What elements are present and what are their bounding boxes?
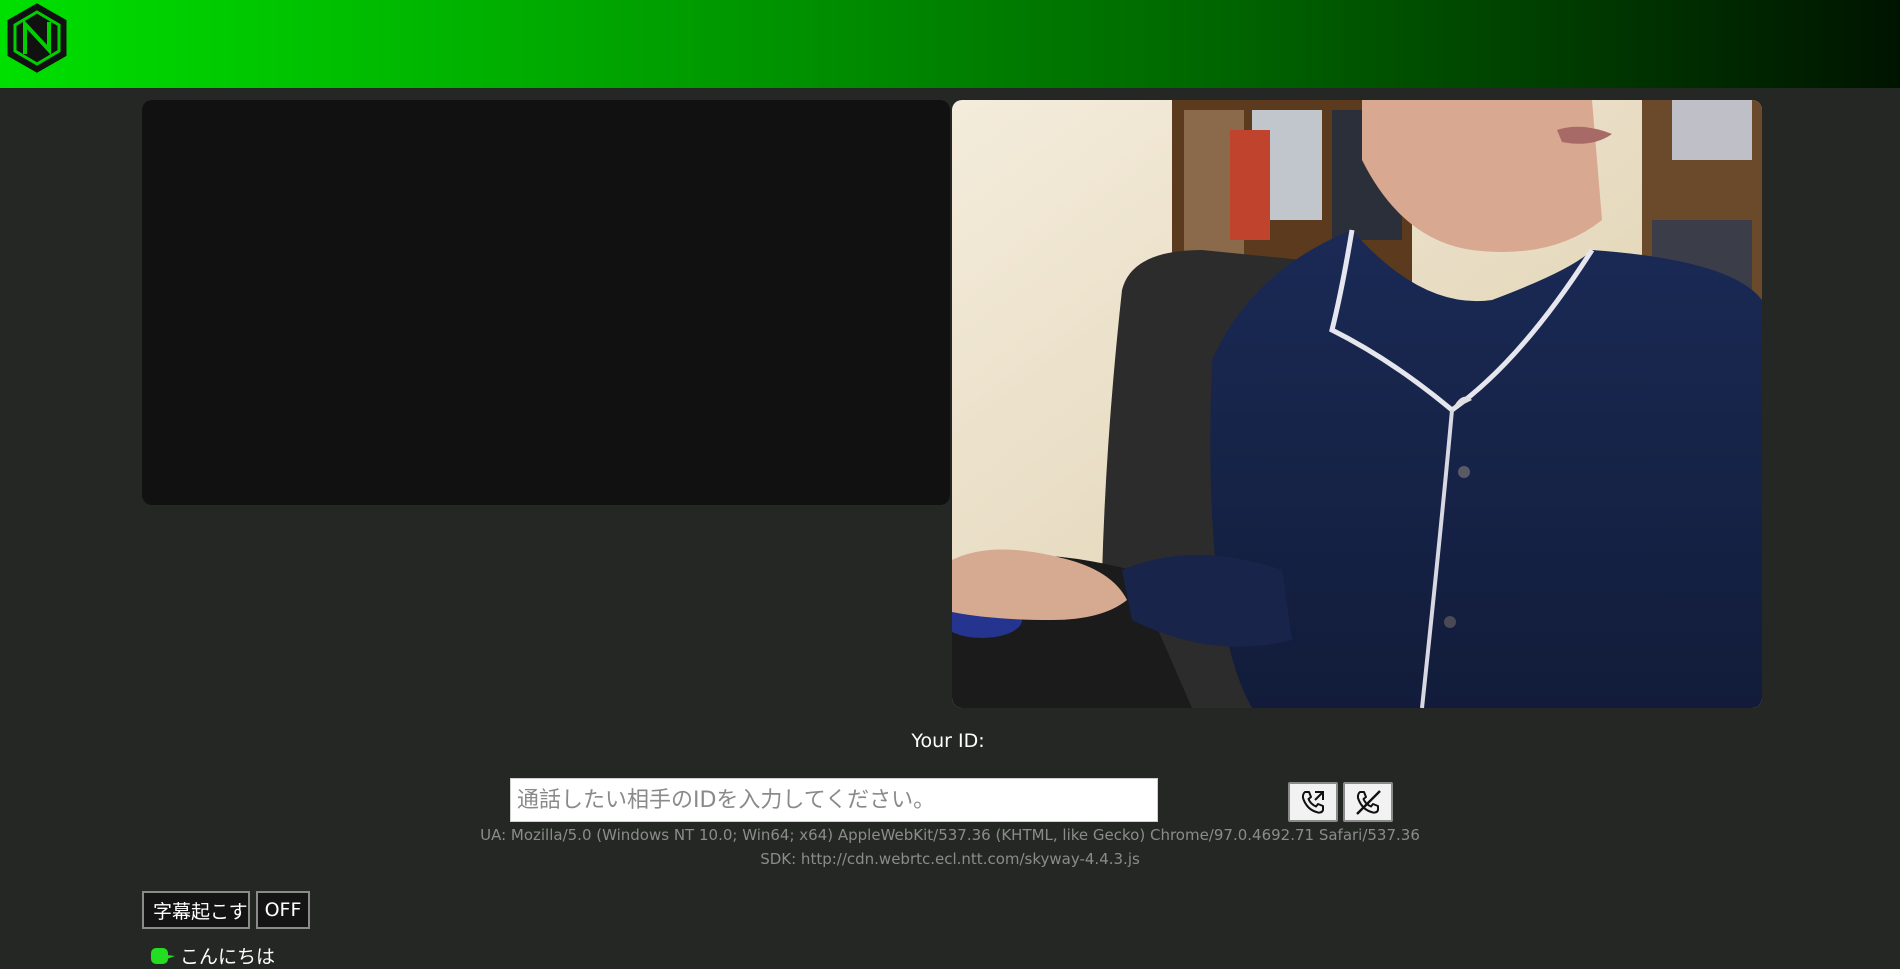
your-id-row: Your ID: <box>0 730 1900 752</box>
local-video <box>952 100 1762 708</box>
hangup-button[interactable] <box>1343 782 1393 822</box>
caption-line: こんにちは <box>150 942 275 969</box>
webcam-feed-image <box>952 100 1762 708</box>
user-agent-text: UA: Mozilla/5.0 (Windows NT 10.0; Win64;… <box>480 826 1420 844</box>
transcribe-button[interactable]: 字幕起こす <box>142 891 250 929</box>
app-header <box>0 0 1900 88</box>
caption-text: こんにちは <box>180 946 276 968</box>
remote-video <box>142 100 950 505</box>
your-id-label: Your ID: <box>911 730 985 752</box>
hexagon-n-logo-icon[interactable] <box>5 2 69 74</box>
sdk-url-text: SDK: http://cdn.webrtc.ecl.ntt.com/skywa… <box>760 850 1140 868</box>
phone-hangup-icon <box>1356 790 1381 815</box>
call-button[interactable] <box>1288 782 1338 822</box>
phone-call-icon <box>1301 791 1324 814</box>
peer-id-input[interactable] <box>510 778 1158 822</box>
transcription-toggle-button[interactable]: OFF <box>256 891 310 929</box>
